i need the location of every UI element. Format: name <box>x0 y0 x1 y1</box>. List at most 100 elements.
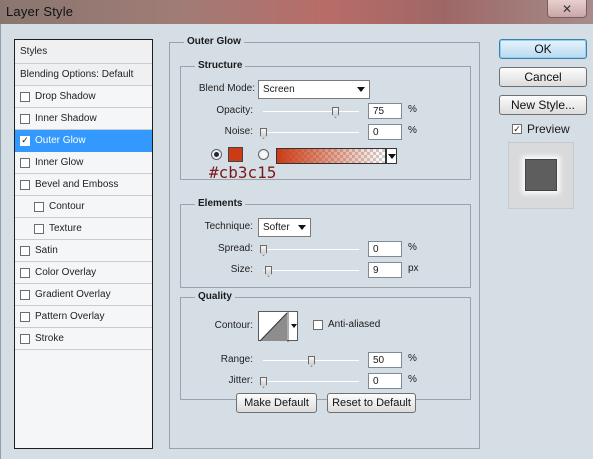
opacity-input[interactable]: 75 <box>368 103 402 119</box>
gradient-dropdown-button[interactable] <box>386 148 397 164</box>
chevron-down-icon <box>298 225 306 230</box>
quality-group: Quality Contour: Anti-aliased Range: 50 <box>180 291 471 400</box>
new-style-button[interactable]: New Style... <box>499 95 587 115</box>
preview-swatch <box>525 159 557 191</box>
jitter-slider-track[interactable] <box>263 381 359 382</box>
style-item-inner-glow[interactable]: Inner Glow <box>15 152 152 174</box>
style-item-stroke[interactable]: Stroke <box>15 328 152 350</box>
style-item-texture[interactable]: Texture <box>15 218 152 240</box>
style-checkbox[interactable] <box>20 113 30 124</box>
outer-glow-group: Outer Glow Structure Blend Mode: Screen … <box>169 36 480 449</box>
style-checkbox[interactable]: ✓ <box>20 135 30 146</box>
jitter-value: 0 <box>373 375 379 387</box>
blend-mode-value: Screen <box>263 84 295 95</box>
reset-to-default-button[interactable]: Reset to Default <box>327 393 416 413</box>
preview-label: Preview <box>527 122 570 136</box>
style-checkbox[interactable] <box>20 289 30 300</box>
style-checkbox[interactable] <box>20 311 30 322</box>
style-item-contour[interactable]: Contour <box>15 196 152 218</box>
style-checkbox[interactable] <box>34 223 44 234</box>
jitter-slider-thumb[interactable] <box>260 377 267 388</box>
style-item-pattern-overlay[interactable]: Pattern Overlay <box>15 306 152 328</box>
noise-slider-thumb[interactable] <box>260 128 267 139</box>
style-item-label: Bevel and Emboss <box>35 179 119 190</box>
opacity-slider-thumb[interactable] <box>332 107 339 118</box>
range-label: Range: <box>220 354 253 365</box>
style-checkbox[interactable] <box>20 91 30 102</box>
noise-input[interactable]: 0 <box>368 124 402 140</box>
technique-select[interactable]: Softer <box>258 218 311 237</box>
color-hex-annotation: #cb3c15 <box>209 163 277 182</box>
blend-mode-label: Blend Mode: <box>198 83 255 94</box>
contour-preview-icon <box>259 312 297 342</box>
cancel-button[interactable]: Cancel <box>499 67 587 87</box>
style-checkbox[interactable] <box>34 201 44 212</box>
glow-color-swatch[interactable] <box>228 147 243 162</box>
size-slider-thumb[interactable] <box>265 266 272 277</box>
size-input[interactable]: 9 <box>368 262 402 278</box>
chevron-down-icon <box>357 87 365 92</box>
style-checkbox[interactable] <box>20 245 30 256</box>
size-unit: px <box>408 263 419 274</box>
jitter-unit: % <box>408 374 417 385</box>
style-checkbox[interactable] <box>20 333 30 344</box>
contour-picker[interactable] <box>258 311 298 342</box>
gradient-picker[interactable] <box>276 148 386 164</box>
noise-label: Noise: <box>224 126 253 137</box>
blending-options-item[interactable]: Blending Options: Default <box>15 64 152 86</box>
style-item-color-overlay[interactable]: Color Overlay <box>15 262 152 284</box>
opacity-slider-track[interactable] <box>263 111 359 112</box>
outer-glow-title: Outer Glow <box>184 36 244 47</box>
jitter-label: Jitter: <box>228 375 253 386</box>
spread-unit: % <box>408 242 417 253</box>
close-button[interactable]: ✕ <box>547 0 587 18</box>
size-label: Size: <box>230 264 253 275</box>
style-checkbox[interactable] <box>20 179 30 190</box>
solid-color-radio[interactable] <box>211 149 222 160</box>
ok-button[interactable]: OK <box>499 39 587 59</box>
style-item-label: Inner Shadow <box>35 113 97 124</box>
window-title: Layer Style <box>6 4 74 19</box>
spread-label: Spread: <box>217 243 253 254</box>
style-item-gradient-overlay[interactable]: Gradient Overlay <box>15 284 152 306</box>
preview-check-box[interactable]: ✓ <box>512 124 522 134</box>
style-item-label: Stroke <box>35 333 64 344</box>
style-checkbox[interactable] <box>20 267 30 278</box>
make-default-button[interactable]: Make Default <box>236 393 317 413</box>
style-item-label: Texture <box>49 223 82 234</box>
style-item-inner-shadow[interactable]: Inner Shadow <box>15 108 152 130</box>
opacity-label: Opacity: <box>216 105 253 116</box>
range-input[interactable]: 50 <box>368 352 402 368</box>
style-item-satin[interactable]: Satin <box>15 240 152 262</box>
preview-checkbox[interactable]: ✓ Preview <box>512 122 570 136</box>
opacity-value: 75 <box>373 105 385 117</box>
spread-input[interactable]: 0 <box>368 241 402 257</box>
blend-mode-select[interactable]: Screen <box>258 80 370 99</box>
style-item-drop-shadow[interactable]: Drop Shadow <box>15 86 152 108</box>
anti-aliased-checkbox[interactable]: Anti-aliased <box>313 319 380 330</box>
gradient-radio[interactable] <box>258 149 269 160</box>
style-item-label: Outer Glow <box>35 135 86 146</box>
anti-aliased-check-box[interactable] <box>313 319 323 330</box>
style-item-label: Gradient Overlay <box>35 289 111 300</box>
style-checkbox[interactable] <box>20 157 30 168</box>
close-icon: ✕ <box>561 1 573 16</box>
style-item-label: Pattern Overlay <box>35 311 105 322</box>
noise-slider-track[interactable] <box>263 132 359 133</box>
style-item-bevel-and-emboss[interactable]: Bevel and Emboss <box>15 174 152 196</box>
size-value: 9 <box>373 264 379 276</box>
style-item-label: Color Overlay <box>35 267 97 278</box>
style-item-outer-glow[interactable]: ✓ Outer Glow <box>15 130 152 152</box>
range-value: 50 <box>373 354 385 366</box>
spread-slider-track[interactable] <box>263 249 359 250</box>
elements-group: Elements Technique: Softer Spread: 0 % S… <box>180 198 471 288</box>
title-bar: Layer Style ✕ <box>0 0 593 24</box>
jitter-input[interactable]: 0 <box>368 373 402 389</box>
style-item-label: Inner Glow <box>35 157 84 168</box>
range-slider-thumb[interactable] <box>308 356 315 367</box>
style-item-label: Drop Shadow <box>35 91 96 102</box>
styles-header[interactable]: Styles <box>15 40 152 64</box>
spread-slider-thumb[interactable] <box>260 245 267 256</box>
technique-label: Technique: <box>204 221 253 232</box>
size-slider-track[interactable] <box>263 270 359 271</box>
